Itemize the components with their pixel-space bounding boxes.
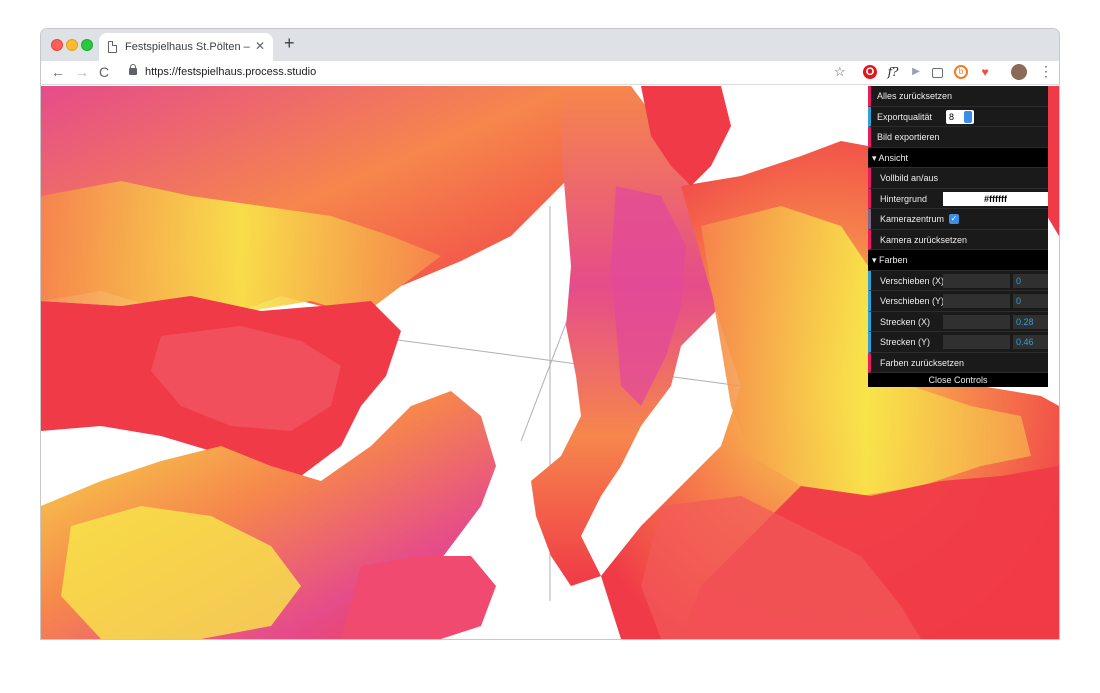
browser-toolbar: ← → C https://festspielhaus.process.stud… xyxy=(41,61,1059,85)
export-image-button[interactable]: Bild exportieren xyxy=(868,127,1048,148)
shift-x-input[interactable]: 0 xyxy=(1013,273,1048,288)
reset-all-button[interactable]: Alles zurücksetzen xyxy=(868,86,1048,107)
reload-icon[interactable]: C xyxy=(99,64,109,80)
tab-close-icon[interactable]: ✕ xyxy=(255,39,265,53)
fullscreen-toggle-button[interactable]: Vollbild an/aus xyxy=(868,168,1048,189)
folder-view: Vollbild an/aus Hintergrund #ffffff Kame… xyxy=(868,168,1048,250)
controls-panel: Alles zurücksetzen Exportqualität 8 Bild… xyxy=(868,86,1048,387)
browser-window: Festspielhaus St.Pölten – 2019 ✕ + ← → C… xyxy=(41,29,1059,639)
camera-center-control: Kamerazentrum ✓ xyxy=(868,209,1048,230)
folder-colors: Verschieben (X) 0 Verschieben (Y) 0 Stre… xyxy=(868,270,1048,373)
minimize-window-button[interactable] xyxy=(66,39,78,51)
stretch-y-input[interactable]: 0.46 xyxy=(1013,335,1048,349)
play-extension-icon[interactable]: ▶ xyxy=(909,65,923,79)
shift-x-slider[interactable] xyxy=(943,273,1010,288)
shift-y-control: Verschieben (Y) 0 xyxy=(868,291,1048,312)
browser-menu-icon[interactable]: ⋮ xyxy=(1039,63,1053,80)
stretch-y-slider[interactable] xyxy=(943,335,1010,349)
tab-strip: Festspielhaus St.Pölten – 2019 ✕ + xyxy=(41,29,1059,61)
folder-view-title[interactable]: ▾ Ansicht xyxy=(868,147,1048,168)
webgl-viewport[interactable]: Alles zurücksetzen Exportqualität 8 Bild… xyxy=(41,86,1059,639)
tab-festspielhaus[interactable]: Festspielhaus St.Pölten – 2019 ✕ xyxy=(99,33,273,61)
forward-arrow-icon[interactable]: → xyxy=(75,64,89,80)
cast-extension-icon[interactable] xyxy=(932,68,943,78)
address-bar[interactable]: https://festspielhaus.process.studio xyxy=(145,66,316,78)
shift-y-input[interactable]: 0 xyxy=(1013,294,1048,308)
surface-bottom-edge xyxy=(341,556,496,639)
stepper-icon[interactable] xyxy=(964,110,972,123)
folder-colors-title[interactable]: ▾ Farben xyxy=(868,250,1048,271)
shift-x-control: Verschieben (X) 0 xyxy=(868,270,1048,291)
close-controls-button[interactable]: Close Controls xyxy=(868,373,1048,387)
stretch-y-control: Strecken (Y) 0.46 xyxy=(868,332,1048,353)
camera-center-checkbox[interactable]: ✓ xyxy=(949,214,959,224)
back-arrow-icon[interactable]: ← xyxy=(51,64,65,80)
tab-title: Festspielhaus St.Pölten – 2019 xyxy=(125,41,251,53)
reset-colors-button[interactable]: Farben zurücksetzen xyxy=(868,352,1048,373)
export-quality-control: Exportqualität 8 xyxy=(868,106,1048,127)
opera-extension-icon[interactable]: O xyxy=(863,65,877,79)
shield-extension-icon[interactable]: ♥ xyxy=(978,65,992,79)
shift-y-slider[interactable] xyxy=(943,294,1010,308)
background-color-input[interactable]: #ffffff xyxy=(943,191,1048,206)
close-window-button[interactable] xyxy=(51,39,63,51)
page-icon xyxy=(108,41,117,53)
new-tab-button[interactable]: + xyxy=(284,33,295,54)
maximize-window-button[interactable] xyxy=(81,39,93,51)
orange-extension-icon[interactable]: b xyxy=(954,65,968,79)
camera-reset-button[interactable]: Kamera zurücksetzen xyxy=(868,229,1048,250)
lock-icon[interactable] xyxy=(129,64,137,75)
bookmark-star-icon[interactable]: ☆ xyxy=(834,64,846,80)
background-color-control: Hintergrund #ffffff xyxy=(868,188,1048,209)
profile-avatar[interactable] xyxy=(1011,64,1027,80)
font-inspect-extension-icon[interactable]: f? xyxy=(886,65,900,79)
stretch-x-input[interactable]: 0.28 xyxy=(1013,314,1048,329)
export-quality-input[interactable]: 8 xyxy=(946,109,974,124)
stretch-x-control: Strecken (X) 0.28 xyxy=(868,311,1048,332)
stretch-x-slider[interactable] xyxy=(943,314,1010,329)
